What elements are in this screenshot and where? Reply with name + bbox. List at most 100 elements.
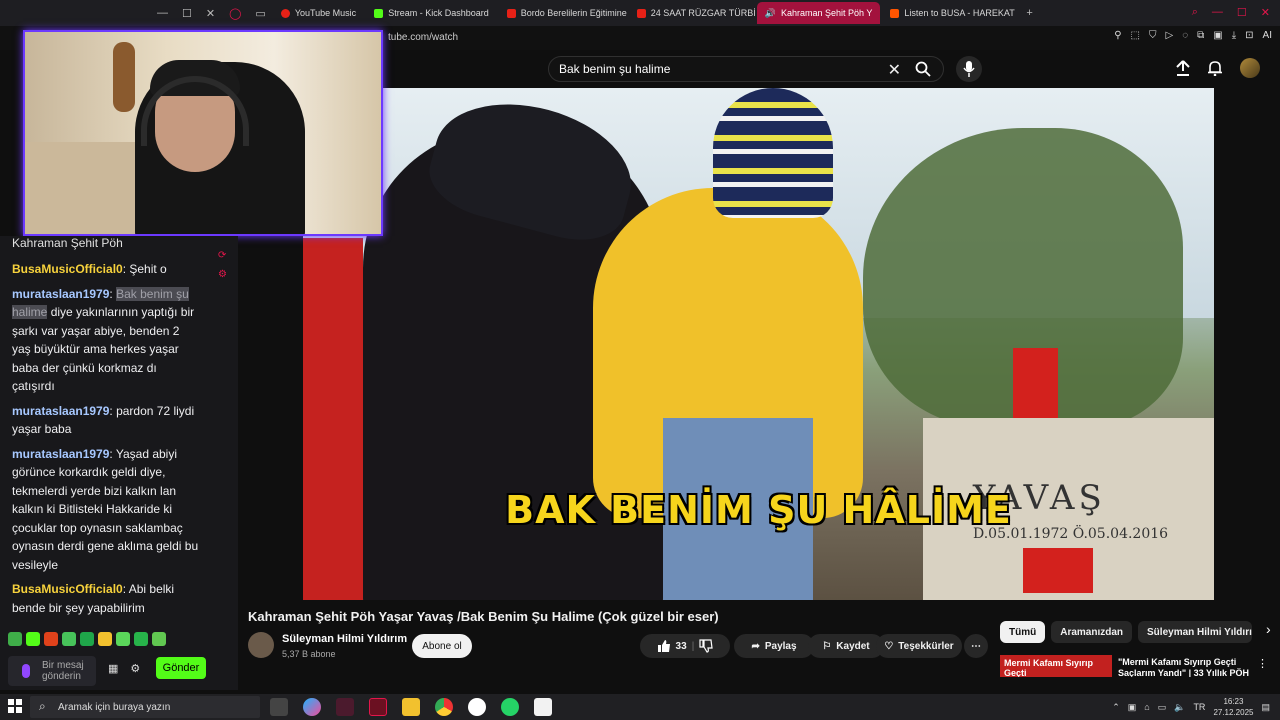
vpn-icon[interactable]: ◌ (1182, 30, 1188, 41)
subscribe-button[interactable]: Abone ol (412, 634, 472, 658)
account-avatar[interactable] (1240, 58, 1260, 78)
screenshot-icon[interactable]: ⬚ (1131, 30, 1140, 41)
window-minimize-icon[interactable]: — (1212, 6, 1223, 19)
pin-icon[interactable]: ⚲ (1114, 30, 1121, 41)
snapshot-icon[interactable]: ⊡ (1245, 30, 1253, 41)
tab-busa-harekat[interactable]: Listen to BUSA - HAREKAT (882, 2, 1017, 24)
close-icon[interactable]: ✕ (199, 7, 222, 20)
download-icon[interactable]: ⤓ (1232, 30, 1236, 41)
thanks-button[interactable]: ♡ Teşekkürler (876, 634, 962, 658)
more-actions-button[interactable]: ⋯ (964, 634, 988, 658)
whatsapp-icon[interactable] (501, 698, 519, 716)
copilot-icon[interactable] (303, 698, 321, 716)
tray-app-icon[interactable]: ▣ (1128, 702, 1137, 713)
emote-icon[interactable] (44, 632, 58, 646)
taskbar-search-placeholder: Aramak için buraya yazın (58, 701, 171, 713)
rec-more-icon[interactable]: ⋮ (1257, 657, 1268, 670)
network-icon[interactable]: ⌂ (1144, 702, 1149, 712)
like-button[interactable]: 33 (657, 639, 687, 653)
battery-icon[interactable]: ▭ (1158, 702, 1167, 713)
search-input[interactable]: Bak benim şu halime (559, 62, 670, 76)
task-view-icon[interactable] (270, 698, 288, 716)
channel-avatar[interactable] (248, 632, 274, 658)
extensions-icon[interactable]: ⧉ (1197, 30, 1204, 41)
emote-icon[interactable] (116, 632, 130, 646)
file-explorer-icon[interactable] (402, 698, 420, 716)
youtube-header: Bak benim şu halime ✕ (238, 50, 1280, 88)
search-box[interactable]: Bak benim şu halime ✕ (548, 56, 944, 82)
window-close-icon[interactable]: ✕ (1261, 6, 1270, 19)
chat-username[interactable]: BusaMusicOfficial0 (12, 262, 123, 276)
tab-bordo-bereliler[interactable]: Bordo Berelilerin Eğitimine (499, 2, 627, 24)
language-icon[interactable]: TR (1193, 702, 1205, 712)
channel-row: Süleyman Hilmi Yıldırım 5,37 B abone Abo… (248, 632, 988, 662)
url-field[interactable]: tube.com/watch (388, 32, 458, 43)
save-button[interactable]: ⚐ Kaydet (808, 634, 884, 658)
recommended-video[interactable]: Mermi Kafamı Sıyırıp Geçti "Mermi Kafamı… (1000, 655, 1270, 677)
recommended-thumbnail[interactable]: Mermi Kafamı Sıyırıp Geçti (1000, 655, 1112, 677)
window-maximize-icon[interactable]: ☐ (1237, 6, 1247, 19)
clear-search-icon[interactable]: ✕ (888, 60, 901, 80)
notifications-icon[interactable]: ▤ (1261, 702, 1270, 713)
chat-settings-icon[interactable]: ⚙ (218, 269, 227, 280)
voice-search-icon[interactable] (956, 56, 982, 82)
tab-youtube-music[interactable]: YouTube Music (273, 2, 364, 24)
chip-all[interactable]: Tümü (1000, 621, 1046, 643)
upload-icon[interactable] (1176, 60, 1190, 76)
chat-settings-gear-icon[interactable]: ⚙ (130, 662, 140, 675)
chips-next-icon[interactable]: › (1258, 621, 1271, 643)
video-frame-turkish-flag (1023, 548, 1093, 593)
search-icon[interactable] (915, 61, 931, 77)
shield-icon[interactable]: ⛉ (1149, 30, 1157, 41)
chat-share-icon[interactable]: ⟳ (218, 250, 227, 261)
notifications-bell-icon[interactable] (1208, 60, 1222, 76)
clock[interactable]: 16:23 27.12.2025 (1213, 696, 1253, 718)
share-button[interactable]: ➦ Paylaş (734, 634, 814, 658)
tab-ruzgar-turbin[interactable]: 24 SAAT RÜZGAR TÜRBİN (629, 2, 755, 24)
emote-icon[interactable] (62, 632, 76, 646)
chat-username[interactable]: BusaMusicOfficial0 (12, 582, 123, 596)
youtube-icon (636, 8, 646, 18)
play-icon[interactable]: ▷ (1165, 30, 1173, 41)
search-tabs-icon[interactable]: ⌕ (1192, 6, 1198, 19)
emote-icon[interactable] (152, 632, 166, 646)
dislike-button[interactable] (699, 639, 714, 653)
opera-icon[interactable]: ◯ (222, 7, 248, 20)
opera-gx-icon[interactable] (369, 698, 387, 716)
tab-manager-icon[interactable]: ▭ (248, 7, 272, 20)
chat-username[interactable]: murataslaan1979 (12, 447, 109, 461)
emote-icon[interactable] (98, 632, 112, 646)
emote-icon[interactable] (8, 632, 22, 646)
youtube-icon (506, 8, 516, 18)
chip-channel[interactable]: Süleyman Hilmi Yıldırım (1138, 621, 1253, 643)
chip-from-search[interactable]: Aramanızdan (1051, 621, 1133, 643)
chrome-icon[interactable] (435, 698, 453, 716)
minimize-icon[interactable]: — (150, 7, 175, 19)
start-icon[interactable] (8, 699, 22, 713)
video-player[interactable]: YAVAŞ D.05.01.1972 Ö.05.04.2016 BAK BENİ… (303, 88, 1214, 600)
gift-icon[interactable]: ▦ (108, 662, 118, 675)
send-button[interactable]: Gönder (156, 657, 206, 679)
new-tab-icon[interactable]: + (1019, 7, 1039, 19)
maximize-icon[interactable]: ☐ (175, 7, 199, 20)
tray-chevron-icon[interactable]: ⌃ (1112, 702, 1120, 713)
tab-kick-dashboard[interactable]: Stream - Kick Dashboard (366, 2, 497, 24)
tab-kahraman-sehit[interactable]: 🔊 Kahraman Şehit Pöh Y (756, 2, 881, 24)
emote-icon[interactable] (26, 632, 40, 646)
ai-button[interactable]: AI (1263, 30, 1272, 41)
chat-input[interactable]: Bir mesaj gönderin (8, 656, 96, 686)
channel-name[interactable]: Süleyman Hilmi Yıldırım (282, 633, 407, 645)
wallet-icon[interactable]: ▣ (1213, 30, 1222, 41)
recommended-title[interactable]: "Mermi Kafamı Sıyırıp Geçti Saçlarım Yan… (1118, 657, 1258, 677)
obs-icon[interactable] (468, 698, 486, 716)
notepad-icon[interactable] (534, 698, 552, 716)
chat-username[interactable]: murataslaan1979 (12, 404, 109, 418)
chat-mic-icon[interactable] (22, 664, 30, 678)
app-icon[interactable] (336, 698, 354, 716)
volume-icon[interactable]: 🔈 (1174, 702, 1185, 713)
emote-icon[interactable] (80, 632, 94, 646)
chat-username[interactable]: murataslaan1979 (12, 287, 109, 301)
taskbar-search[interactable]: ⌕ Aramak için buraya yazın (30, 696, 260, 718)
emote-icon[interactable] (134, 632, 148, 646)
window-controls: ⌕ — ☐ ✕ (1192, 6, 1270, 19)
